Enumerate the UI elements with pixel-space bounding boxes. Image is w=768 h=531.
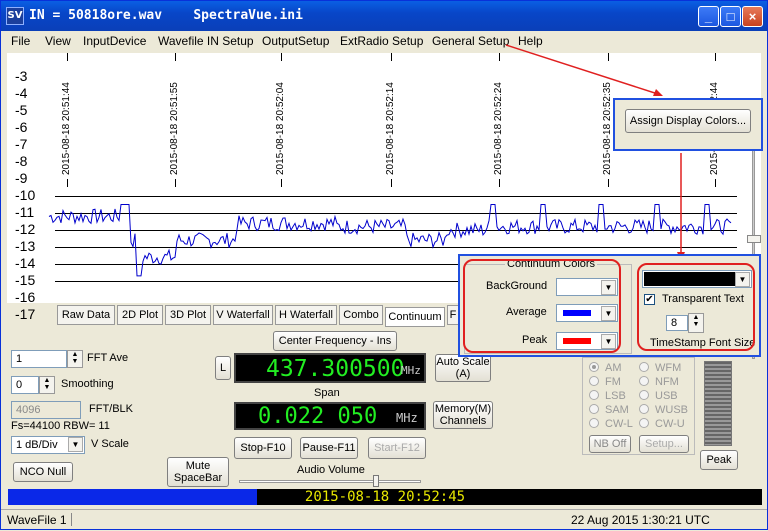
assign-display-colors-button[interactable]: Assign Display Colors...	[625, 109, 751, 133]
highlight-continuum-colors	[463, 259, 621, 353]
main-window: SV IN = 50818ore.wav SpectraVue.ini _ □ …	[0, 0, 768, 530]
highlight-timestamp-options	[637, 263, 755, 351]
assign-colors-callout: Assign Display Colors...	[613, 98, 763, 151]
